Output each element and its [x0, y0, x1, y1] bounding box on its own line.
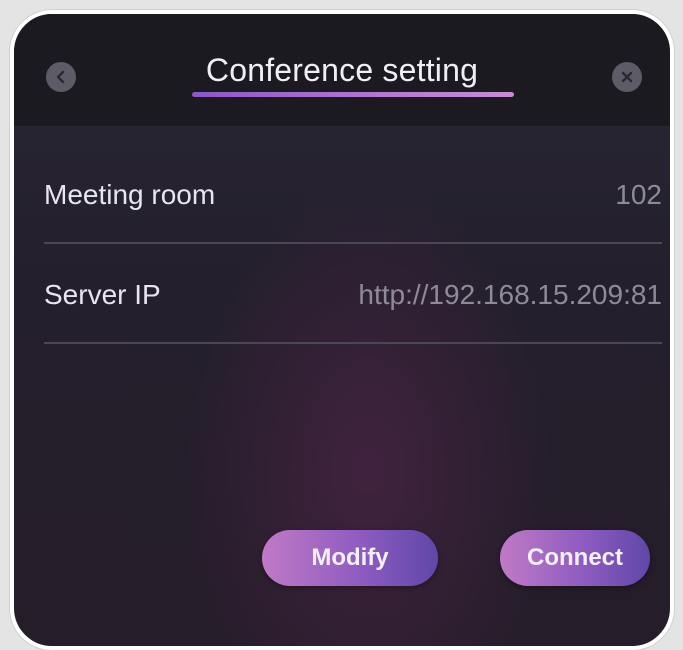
connect-button[interactable]: Connect [500, 530, 650, 586]
server-ip-value: http://192.168.15.209:81 [358, 279, 662, 310]
dialog-title: Conference setting [205, 52, 479, 88]
close-button[interactable] [612, 62, 642, 92]
close-icon [621, 71, 633, 83]
meeting-room-label: Meeting room [44, 179, 216, 210]
screenshot-frame: Conference setting Meeting room 102 Serv… [0, 0, 683, 650]
server-ip-row[interactable]: Server IP http://192.168.15.209:81 [44, 279, 662, 375]
modify-button[interactable]: Modify [262, 530, 438, 586]
server-ip-label: Server IP [44, 279, 161, 310]
title-underline [192, 92, 514, 97]
meeting-room-divider [44, 242, 662, 244]
meeting-room-value: 102 [615, 179, 662, 210]
meeting-room-row[interactable]: Meeting room 102 [44, 179, 662, 275]
server-ip-divider [44, 342, 662, 344]
dialog-header: Conference setting [14, 14, 670, 126]
conference-setting-dialog: Conference setting Meeting room 102 Serv… [10, 10, 674, 650]
